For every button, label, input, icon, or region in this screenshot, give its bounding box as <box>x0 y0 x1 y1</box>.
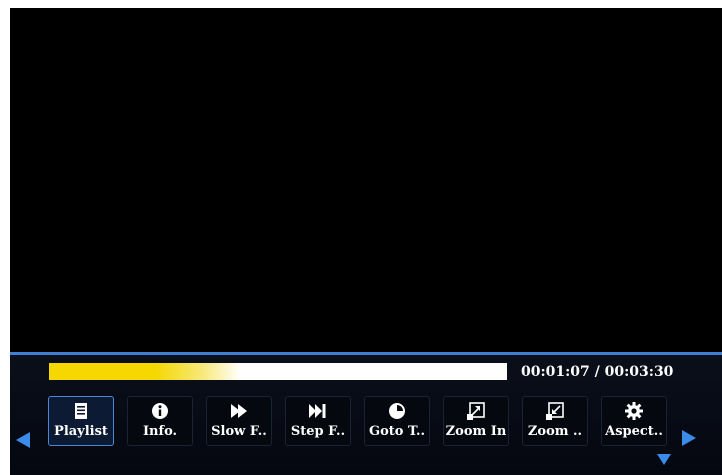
zoom-out-icon <box>546 402 564 420</box>
zoom-out-label: Zoom .. <box>527 424 583 439</box>
step-forward-button[interactable]: Step F.. <box>285 396 351 446</box>
playlist-icon <box>75 403 87 419</box>
info-icon <box>152 403 168 419</box>
progress-bar-fill <box>49 363 242 380</box>
clock-icon <box>389 403 405 419</box>
goto-time-label: Goto T.. <box>368 424 426 439</box>
zoom-in-button[interactable]: Zoom In <box>443 396 509 446</box>
right-arrow-icon[interactable] <box>682 430 696 446</box>
toolbar: Playlist Info. Slow F.. Step F.. Goto T.… <box>48 396 674 448</box>
slow-forward-icon <box>231 404 247 418</box>
zoom-out-button[interactable]: Zoom .. <box>522 396 588 446</box>
gear-icon <box>625 402 643 420</box>
playlist-button[interactable]: Playlist <box>48 396 114 446</box>
step-forward-label: Step F.. <box>290 424 346 439</box>
step-forward-icon <box>309 404 326 418</box>
goto-time-button[interactable]: Goto T.. <box>364 396 430 446</box>
left-arrow-icon[interactable] <box>16 432 30 448</box>
playlist-label: Playlist <box>54 424 108 439</box>
down-arrow-icon[interactable] <box>657 454 671 465</box>
video-area[interactable] <box>10 8 722 352</box>
time-display: 00:01:07 / 00:03:30 <box>521 364 674 380</box>
zoom-in-label: Zoom In <box>445 424 507 439</box>
aspect-button[interactable]: Aspect.. <box>601 396 667 446</box>
zoom-in-icon <box>467 402 485 420</box>
aspect-label: Aspect.. <box>605 424 663 439</box>
slow-forward-label: Slow F.. <box>211 424 267 439</box>
slow-forward-button[interactable]: Slow F.. <box>206 396 272 446</box>
info-label: Info. <box>142 424 178 439</box>
info-button[interactable]: Info. <box>127 396 193 446</box>
progress-bar[interactable] <box>49 363 507 380</box>
